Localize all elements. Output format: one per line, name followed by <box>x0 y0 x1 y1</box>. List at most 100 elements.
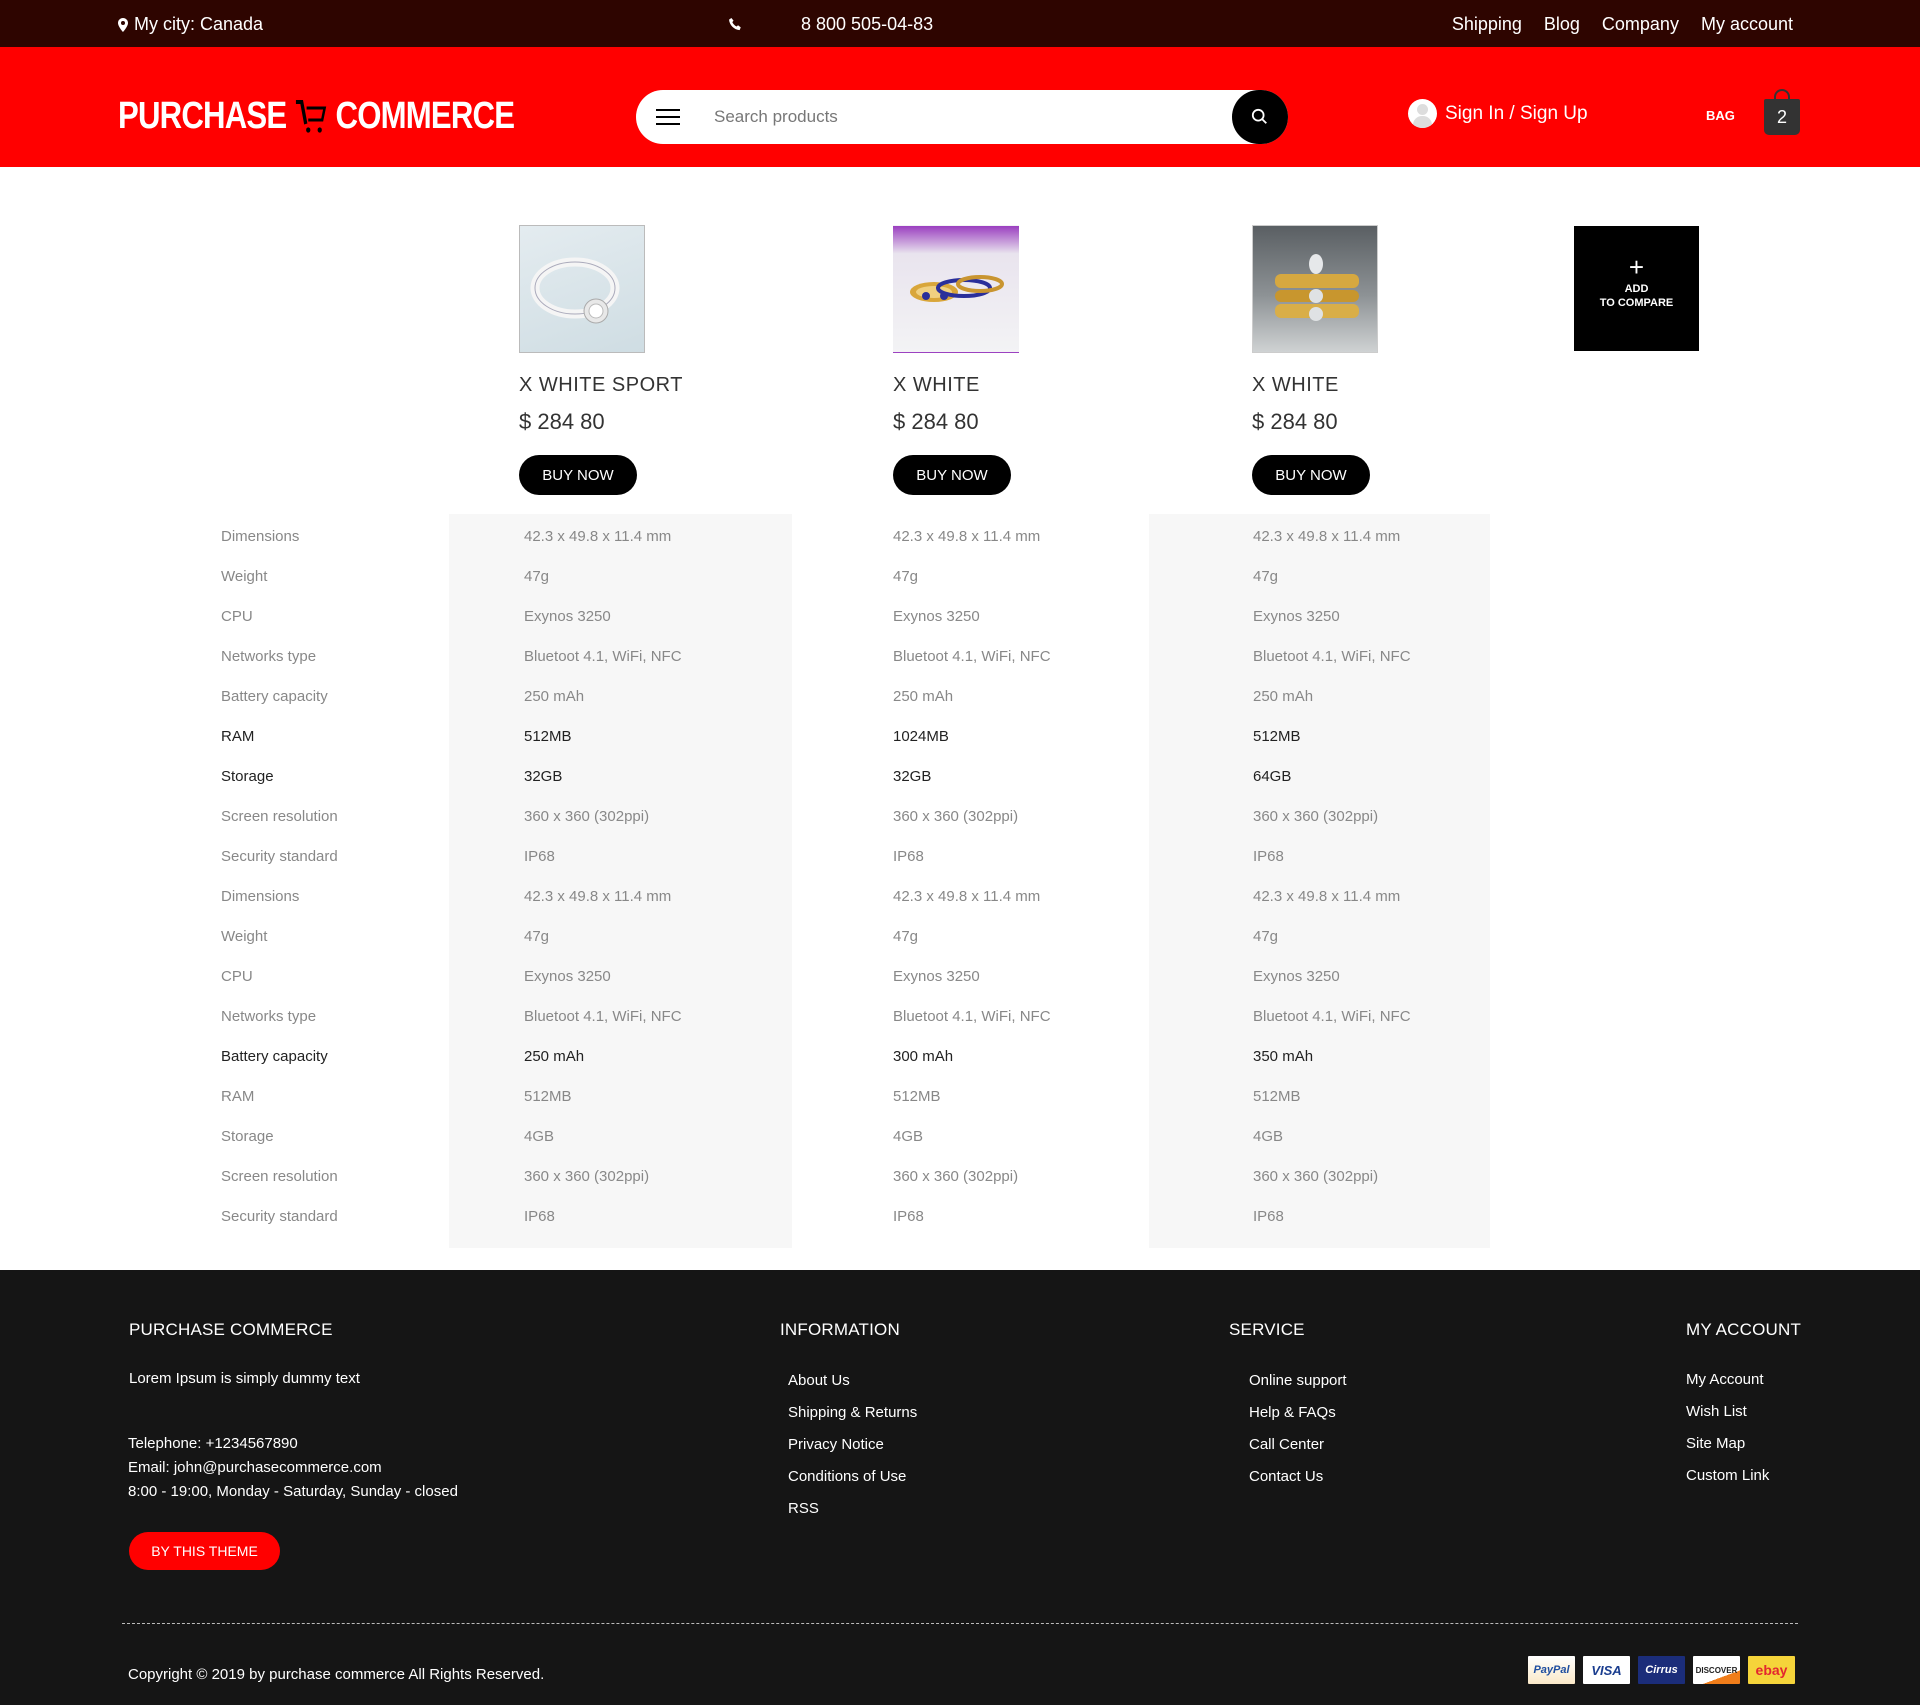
spec-value: 42.3 x 49.8 x 11.4 mm <box>893 528 1041 545</box>
spec-label: Networks type <box>221 1008 317 1025</box>
spec-label: Security standard <box>221 848 338 865</box>
spec-value: Exynos 3250 <box>524 968 611 985</box>
site-logo[interactable]: PURCHASE COMMERCE <box>118 95 515 138</box>
spec-value: 32GB <box>524 768 563 785</box>
copyright-text: Copyright © 2019 by purchase commerce Al… <box>128 1666 545 1683</box>
footer-link-custom-link[interactable]: Custom Link <box>1686 1467 1769 1499</box>
buy-now-button[interactable]: BUY NOW <box>1252 455 1370 495</box>
product-image[interactable] <box>893 225 1019 353</box>
spec-value: 360 x 360 (302ppi) <box>893 808 1019 825</box>
spec-value: 42.3 x 49.8 x 11.4 mm <box>1253 888 1401 905</box>
spec-label: RAM <box>221 1088 255 1105</box>
spec-row: Security standard IP68 IP68 IP68 <box>0 848 1920 888</box>
spec-value: IP68 <box>893 1208 924 1225</box>
spec-label: Networks type <box>221 648 317 665</box>
footer-link-contact-us[interactable]: Contact Us <box>1249 1468 1347 1500</box>
product-image[interactable] <box>519 225 645 353</box>
top-link-blog[interactable]: Blog <box>1544 14 1580 35</box>
product-name[interactable]: X WHITE <box>893 374 1193 397</box>
search-input[interactable] <box>714 102 1154 132</box>
city-selector[interactable]: My city: Canada <box>118 14 263 35</box>
footer-link-wish-list[interactable]: Wish List <box>1686 1403 1769 1435</box>
footer-service-title: SERVICE <box>1229 1320 1305 1339</box>
spec-row: Storage 4GB 4GB 4GB <box>0 1128 1920 1168</box>
spec-value: 300 mAh <box>893 1048 954 1065</box>
spec-label: RAM <box>221 728 255 745</box>
buy-now-button[interactable]: BUY NOW <box>519 455 637 495</box>
footer-link-rss[interactable]: RSS <box>788 1500 917 1532</box>
footer-link-privacy-notice[interactable]: Privacy Notice <box>788 1436 917 1468</box>
footer-divider <box>122 1623 1798 1624</box>
product-image[interactable] <box>1252 225 1378 353</box>
spec-value: Bluetoot 4.1, WiFi, NFC <box>1253 648 1411 665</box>
product-price: $ 284 80 <box>1252 409 1338 434</box>
silver-ring-image <box>530 257 620 324</box>
spec-label: Storage <box>221 1128 274 1145</box>
hamburger-menu-icon[interactable] <box>656 109 680 125</box>
ebay-card-icon: ebay <box>1748 1656 1795 1684</box>
spec-value: 42.3 x 49.8 x 11.4 mm <box>524 528 672 545</box>
sign-in-link[interactable]: Sign In / Sign Up <box>1408 99 1588 128</box>
top-link-company[interactable]: Company <box>1602 14 1679 35</box>
spec-value: 1024MB <box>893 728 949 745</box>
plus-icon: + <box>1628 252 1645 282</box>
footer-hours: 8:00 - 19:00, Monday - Saturday, Sunday … <box>128 1483 458 1500</box>
footer-information-links: About Us Shipping & Returns Privacy Noti… <box>788 1372 917 1532</box>
spec-value: 360 x 360 (302ppi) <box>1253 808 1379 825</box>
spec-value: 47g <box>1253 568 1279 585</box>
footer-account-title: MY ACCOUNT <box>1686 1320 1802 1339</box>
top-link-my-account[interactable]: My account <box>1701 14 1793 35</box>
footer-link-site-map[interactable]: Site Map <box>1686 1435 1769 1467</box>
spec-row: Battery capacity 250 mAh 250 mAh 250 mAh <box>0 688 1920 728</box>
spec-label: Screen resolution <box>221 1168 338 1185</box>
footer-email[interactable]: Email: john@purchasecommerce.com <box>128 1456 458 1480</box>
footer-link-call-center[interactable]: Call Center <box>1249 1436 1347 1468</box>
spec-value: IP68 <box>1253 848 1284 865</box>
footer-link-shipping-returns[interactable]: Shipping & Returns <box>788 1404 917 1436</box>
shopping-bag-button[interactable]: 2 <box>1764 89 1800 135</box>
spec-value: 512MB <box>524 1088 572 1105</box>
spec-row: Dimensions 42.3 x 49.8 x 11.4 mm 42.3 x 49… <box>0 888 1920 928</box>
spec-row: CPU Exynos 3250 Exynos 3250 Exynos 3250 <box>0 968 1920 1008</box>
buy-theme-button[interactable]: BY THIS THEME <box>129 1532 280 1570</box>
discover-card-icon: DISCOVER <box>1693 1656 1740 1684</box>
spec-label: Weight <box>221 928 268 945</box>
spec-value: 4GB <box>524 1128 555 1145</box>
spec-value: 350 mAh <box>1253 1048 1314 1065</box>
phone-icon <box>729 17 741 31</box>
add-to-compare-label: ADD TO COMPARE <box>1574 282 1699 310</box>
footer-link-conditions[interactable]: Conditions of Use <box>788 1468 917 1500</box>
spec-value: Exynos 3250 <box>1253 968 1340 985</box>
spec-value: Bluetoot 4.1, WiFi, NFC <box>893 1008 1051 1025</box>
top-link-shipping[interactable]: Shipping <box>1452 14 1522 35</box>
bag-label[interactable]: BAG <box>1706 108 1735 123</box>
footer: PURCHASE COMMERCE Lorem Ipsum is simply … <box>0 1270 1920 1705</box>
footer-link-help-faqs[interactable]: Help & FAQs <box>1249 1404 1347 1436</box>
add-label-line2: TO COMPARE <box>1599 297 1674 309</box>
gold-sapphire-rings-image <box>910 275 1004 302</box>
logo-text-right: COMMERCE <box>335 95 515 137</box>
buy-now-button[interactable]: BUY NOW <box>893 455 1011 495</box>
footer-brand-title: PURCHASE COMMERCE <box>129 1320 333 1339</box>
payment-methods: PayPal VISA Cirrus DISCOVER ebay <box>1528 1656 1795 1684</box>
search-button[interactable] <box>1232 90 1288 144</box>
spec-value: IP68 <box>893 848 924 865</box>
footer-link-online-support[interactable]: Online support <box>1249 1372 1347 1404</box>
add-to-compare-button[interactable]: + ADD TO COMPARE <box>1574 226 1699 351</box>
logo-text-left: PURCHASE <box>118 95 287 137</box>
spec-row: Networks type Bluetoot 4.1, WiFi, NFC Blue… <box>0 648 1920 688</box>
spec-value: 64GB <box>1253 768 1292 785</box>
spec-value: 47g <box>893 928 919 945</box>
product-name[interactable]: X WHITE SPORT <box>519 374 819 397</box>
spec-value: Bluetoot 4.1, WiFi, NFC <box>893 648 1051 665</box>
spec-value: 360 x 360 (302ppi) <box>524 1168 650 1185</box>
cirrus-card-icon: Cirrus <box>1638 1656 1685 1684</box>
spec-value: Bluetoot 4.1, WiFi, NFC <box>524 1008 682 1025</box>
footer-link-about-us[interactable]: About Us <box>788 1372 917 1404</box>
footer-information-title: INFORMATION <box>780 1320 900 1339</box>
spec-value: 32GB <box>893 768 932 785</box>
spec-value: Bluetoot 4.1, WiFi, NFC <box>1253 1008 1411 1025</box>
product-name[interactable]: X WHITE <box>1252 374 1552 397</box>
footer-link-my-account[interactable]: My Account <box>1686 1371 1769 1403</box>
spec-row: Dimensions 42.3 x 49.8 x 11.4 mm 42.3 x 49… <box>0 528 1920 568</box>
